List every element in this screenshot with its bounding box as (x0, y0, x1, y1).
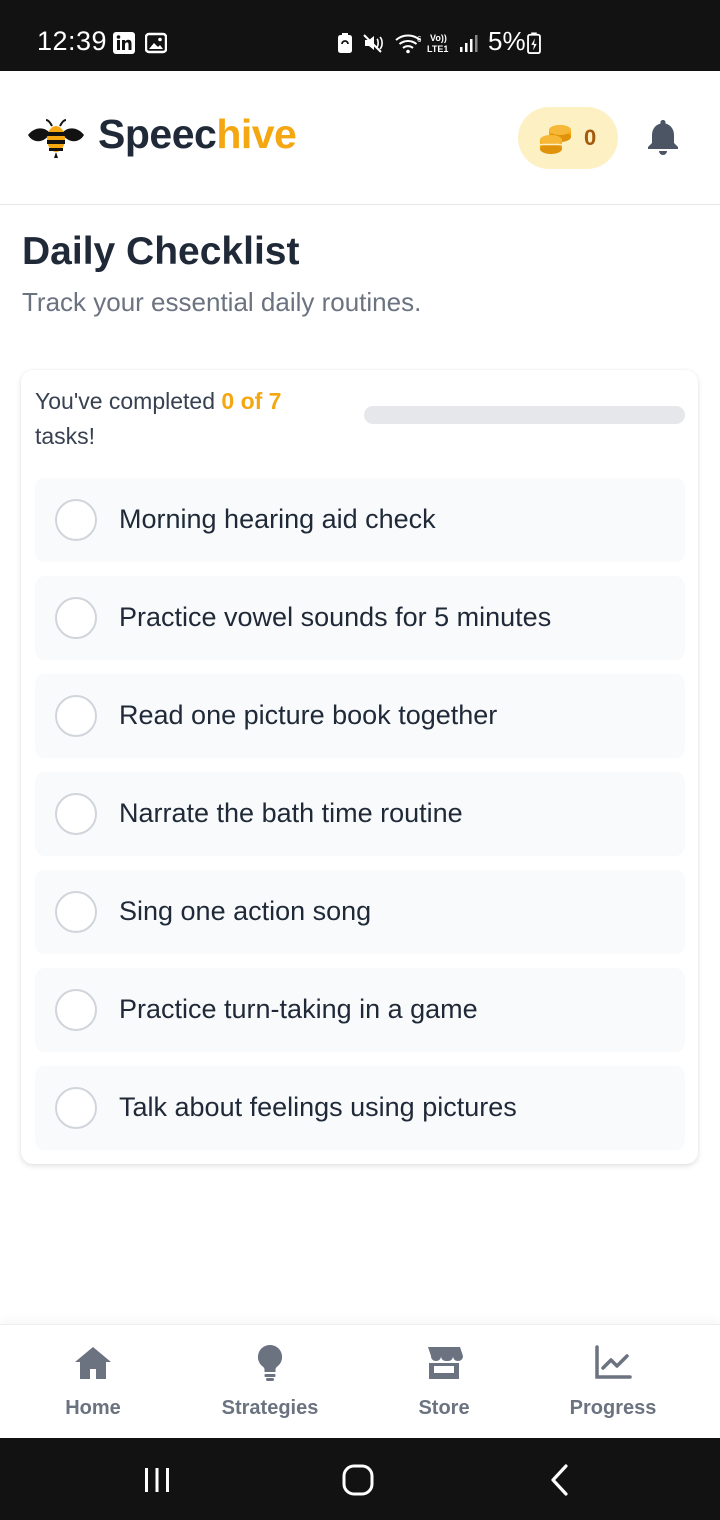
battery-percent: 5% (488, 26, 526, 56)
progress-bar (364, 406, 685, 424)
task-item[interactable]: Sing one action song (35, 870, 685, 954)
mute-icon (363, 34, 383, 53)
task-item[interactable]: Practice vowel sounds for 5 minutes (35, 576, 685, 660)
task-checkbox[interactable] (55, 891, 97, 933)
battery-saver-icon (338, 33, 352, 53)
status-time: 12:39 (37, 26, 108, 56)
task-label: Narrate the bath time routine (119, 798, 463, 828)
nav-progress[interactable]: Progress (550, 1325, 676, 1439)
task-label: Practice turn-taking in a game (119, 994, 478, 1024)
bee-logo-icon[interactable] (26, 117, 86, 161)
brand-part-1: Speec (98, 111, 217, 157)
signal-icon (460, 35, 478, 52)
recents-icon[interactable] (137, 1460, 177, 1500)
nav-store[interactable]: Store (380, 1325, 508, 1439)
chart-line-icon (595, 1345, 632, 1379)
task-label: Sing one action song (119, 896, 372, 926)
coin-count: 0 (584, 125, 597, 150)
progress-count: 0 of 7 (221, 388, 282, 414)
task-checkbox[interactable] (55, 793, 97, 835)
task-item[interactable]: Read one picture book together (35, 674, 685, 758)
task-label: Morning hearing aid check (119, 504, 436, 534)
bottom-nav: Home Strategies Store Progress (0, 1324, 720, 1438)
nav-store-label: Store (418, 1397, 470, 1419)
battery-charging-icon (527, 32, 541, 54)
wifi-icon: 6 (395, 34, 422, 54)
nav-strategies[interactable]: Strategies (206, 1325, 334, 1439)
nav-strategies-label: Strategies (221, 1397, 319, 1419)
progress-suffix: tasks! (35, 423, 96, 449)
task-label: Practice vowel sounds for 5 minutes (119, 602, 552, 632)
task-item[interactable]: Talk about feelings using pictures (35, 1066, 685, 1150)
app-header: Speechive 0 (0, 71, 720, 205)
task-item[interactable]: Narrate the bath time routine (35, 772, 685, 856)
brand-name: Speechive (98, 111, 297, 158)
nav-home-label: Home (65, 1397, 121, 1419)
nav-home[interactable]: Home (30, 1325, 156, 1439)
home-icon (75, 1347, 111, 1379)
task-item[interactable]: Practice turn-taking in a game (35, 968, 685, 1052)
notification-bell-icon[interactable] (644, 117, 682, 157)
back-icon[interactable] (540, 1460, 580, 1500)
lightbulb-icon (257, 1344, 283, 1381)
status-bar: 12:39 6 Vo)) LTE1 5% (0, 0, 720, 71)
home-circle-icon[interactable] (338, 1460, 378, 1500)
brand-part-2: hive (216, 111, 297, 157)
volte-icon: Vo)) LTE1 (427, 33, 448, 54)
task-list: Morning hearing aid check Practice vowel… (35, 478, 685, 1164)
gallery-icon (145, 32, 167, 54)
coin-balance-button[interactable]: 0 (518, 107, 618, 169)
coins-icon (540, 125, 571, 154)
task-checkbox[interactable] (55, 695, 97, 737)
task-label: Talk about feelings using pictures (119, 1092, 517, 1122)
task-checkbox[interactable] (55, 1087, 97, 1129)
page-title: Daily Checklist (22, 230, 300, 273)
svg-text:Vo)): Vo)) (430, 33, 447, 43)
system-nav-bar (0, 1438, 720, 1520)
svg-text:6: 6 (417, 35, 422, 44)
linkedin-icon (113, 32, 135, 54)
store-icon (428, 1347, 463, 1379)
task-item[interactable]: Morning hearing aid check (35, 478, 685, 562)
task-checkbox[interactable] (55, 499, 97, 541)
checklist-card: You've completed 0 of 7 tasks! Morning h… (21, 370, 698, 1164)
task-checkbox[interactable] (55, 989, 97, 1031)
task-checkbox[interactable] (55, 597, 97, 639)
progress-prefix: You've completed (35, 388, 222, 414)
svg-text:LTE1: LTE1 (427, 44, 448, 54)
progress-summary: You've completed 0 of 7 tasks! (35, 384, 335, 454)
task-label: Read one picture book together (119, 700, 498, 730)
page-subtitle: Track your essential daily routines. (22, 287, 422, 317)
nav-progress-label: Progress (569, 1397, 657, 1419)
